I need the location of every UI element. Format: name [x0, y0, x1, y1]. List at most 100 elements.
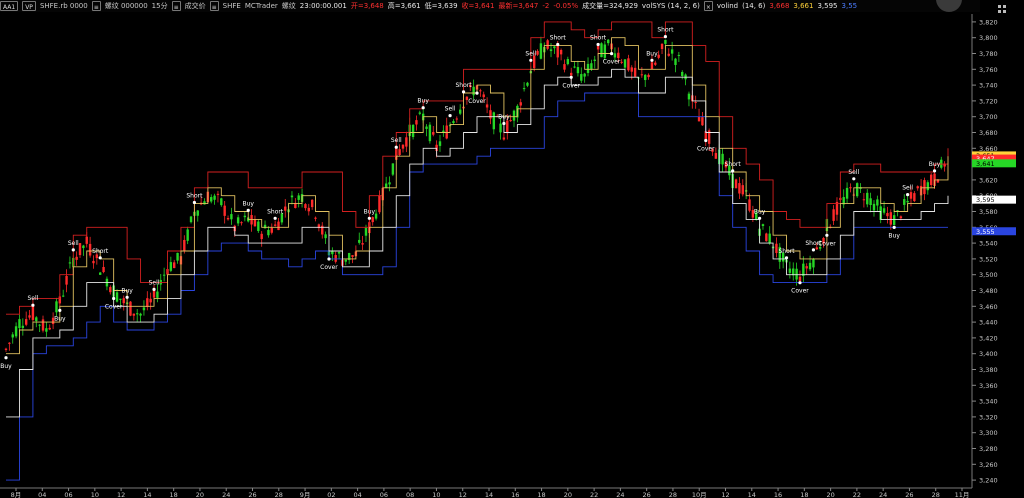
candle-body: [186, 229, 189, 241]
y-tick-label: 3,480: [979, 287, 998, 295]
candle-body: [8, 342, 11, 344]
candle-body: [775, 243, 778, 253]
candle-body: [65, 275, 68, 285]
candle-body: [61, 295, 65, 297]
x-tick-label: 22: [590, 491, 598, 498]
signal-marker: [192, 200, 196, 205]
candle-body: [593, 59, 596, 61]
signal-marker: [327, 257, 331, 261]
x-tick-label: 06: [64, 491, 72, 498]
band-blue-band: [6, 92, 948, 481]
candle-body: [223, 205, 226, 216]
candle-body: [613, 53, 617, 58]
candle-body: [590, 63, 593, 70]
candle-body: [388, 182, 391, 185]
candle-body: [136, 313, 139, 315]
y-tick-label: 3,380: [979, 366, 998, 374]
candle-body: [482, 94, 485, 98]
signal-label: Short: [186, 193, 203, 200]
x-tick-label: 14: [143, 491, 151, 498]
y-tick-label: 3,340: [979, 398, 998, 406]
signal-marker: [932, 169, 937, 173]
candle-body: [892, 215, 896, 226]
y-tick-label: 3,420: [979, 334, 998, 342]
candle-body: [701, 117, 704, 126]
candle-body: [85, 236, 88, 244]
candle-body: [146, 298, 149, 308]
candle-body: [654, 62, 657, 65]
signal-marker: [650, 58, 654, 62]
candle-body: [869, 198, 872, 206]
candle-body: [405, 137, 408, 147]
candle-body: [284, 206, 287, 211]
candle-body: [926, 182, 930, 191]
candle-body: [761, 224, 765, 227]
x-tick-label: 26: [643, 491, 651, 498]
signal-marker: [569, 75, 573, 79]
x-tick-label: 18: [800, 491, 808, 498]
candle-body: [485, 104, 489, 108]
candle-body: [297, 195, 300, 200]
candle-body: [189, 216, 193, 223]
candle-body: [607, 39, 610, 44]
candle-body: [650, 62, 654, 70]
x-tick-label: 18: [537, 491, 545, 498]
signal-marker: [98, 256, 102, 260]
signal-label: Sell: [525, 50, 536, 57]
candle-body: [855, 183, 859, 197]
candle-body: [82, 245, 85, 249]
candle-body: [738, 183, 741, 194]
candle-body: [95, 254, 99, 259]
x-tick-label: 02: [327, 491, 335, 498]
candle-body: [324, 234, 327, 239]
y-tick-label: 3,620: [979, 176, 998, 184]
candle-body: [169, 262, 173, 271]
candle-body: [647, 74, 650, 78]
y-tick-label: 3,300: [979, 429, 998, 437]
candle-body: [432, 131, 435, 135]
candle-body: [11, 334, 14, 338]
candle-body: [573, 66, 576, 68]
signal-marker: [246, 208, 250, 212]
candle-body: [331, 250, 334, 255]
signal-marker: [704, 138, 708, 143]
candle-body: [509, 120, 512, 122]
x-tick-label: 06: [380, 491, 388, 498]
candle-body: [566, 59, 570, 65]
candle-body: [270, 227, 273, 233]
candle-body: [748, 199, 751, 211]
candle-body: [889, 212, 893, 225]
candle-body: [882, 208, 886, 213]
x-tick-label: 11月: [955, 491, 970, 498]
candle-body: [226, 218, 230, 220]
candle-body: [290, 195, 294, 198]
candle-body: [236, 217, 240, 224]
signal-label: Short: [657, 27, 674, 34]
candle-body: [765, 233, 768, 242]
candle-body: [802, 263, 805, 277]
signal-label: Short: [455, 82, 472, 89]
y-tick-label: 3,320: [979, 413, 998, 421]
signal-label: Short: [725, 161, 742, 168]
signal-marker: [461, 90, 466, 94]
candle-body: [539, 43, 543, 59]
band-yellow-band: [6, 37, 949, 355]
candle-body: [277, 221, 280, 231]
candle-body: [438, 141, 442, 146]
x-tick-label: 26: [905, 491, 913, 498]
price-chart[interactable]: 3,240 3,260 3,280 3,300 3,320 3,340 3,360 3,380…: [0, 0, 1024, 498]
candle-body: [109, 287, 112, 293]
candle-body: [68, 262, 72, 264]
candle-body: [358, 239, 361, 243]
signal-marker: [58, 308, 62, 312]
candle-body: [445, 125, 448, 139]
candle-body: [502, 137, 506, 140]
candle-body: [210, 197, 213, 202]
signal-label: Buy: [646, 50, 658, 57]
candle-body: [273, 224, 277, 226]
x-tick-label: 20: [826, 491, 834, 498]
candle-body: [862, 199, 866, 201]
signal-label: Buy: [121, 287, 133, 294]
signal-label: Buy: [754, 208, 766, 215]
x-tick-label: 28: [275, 491, 283, 498]
